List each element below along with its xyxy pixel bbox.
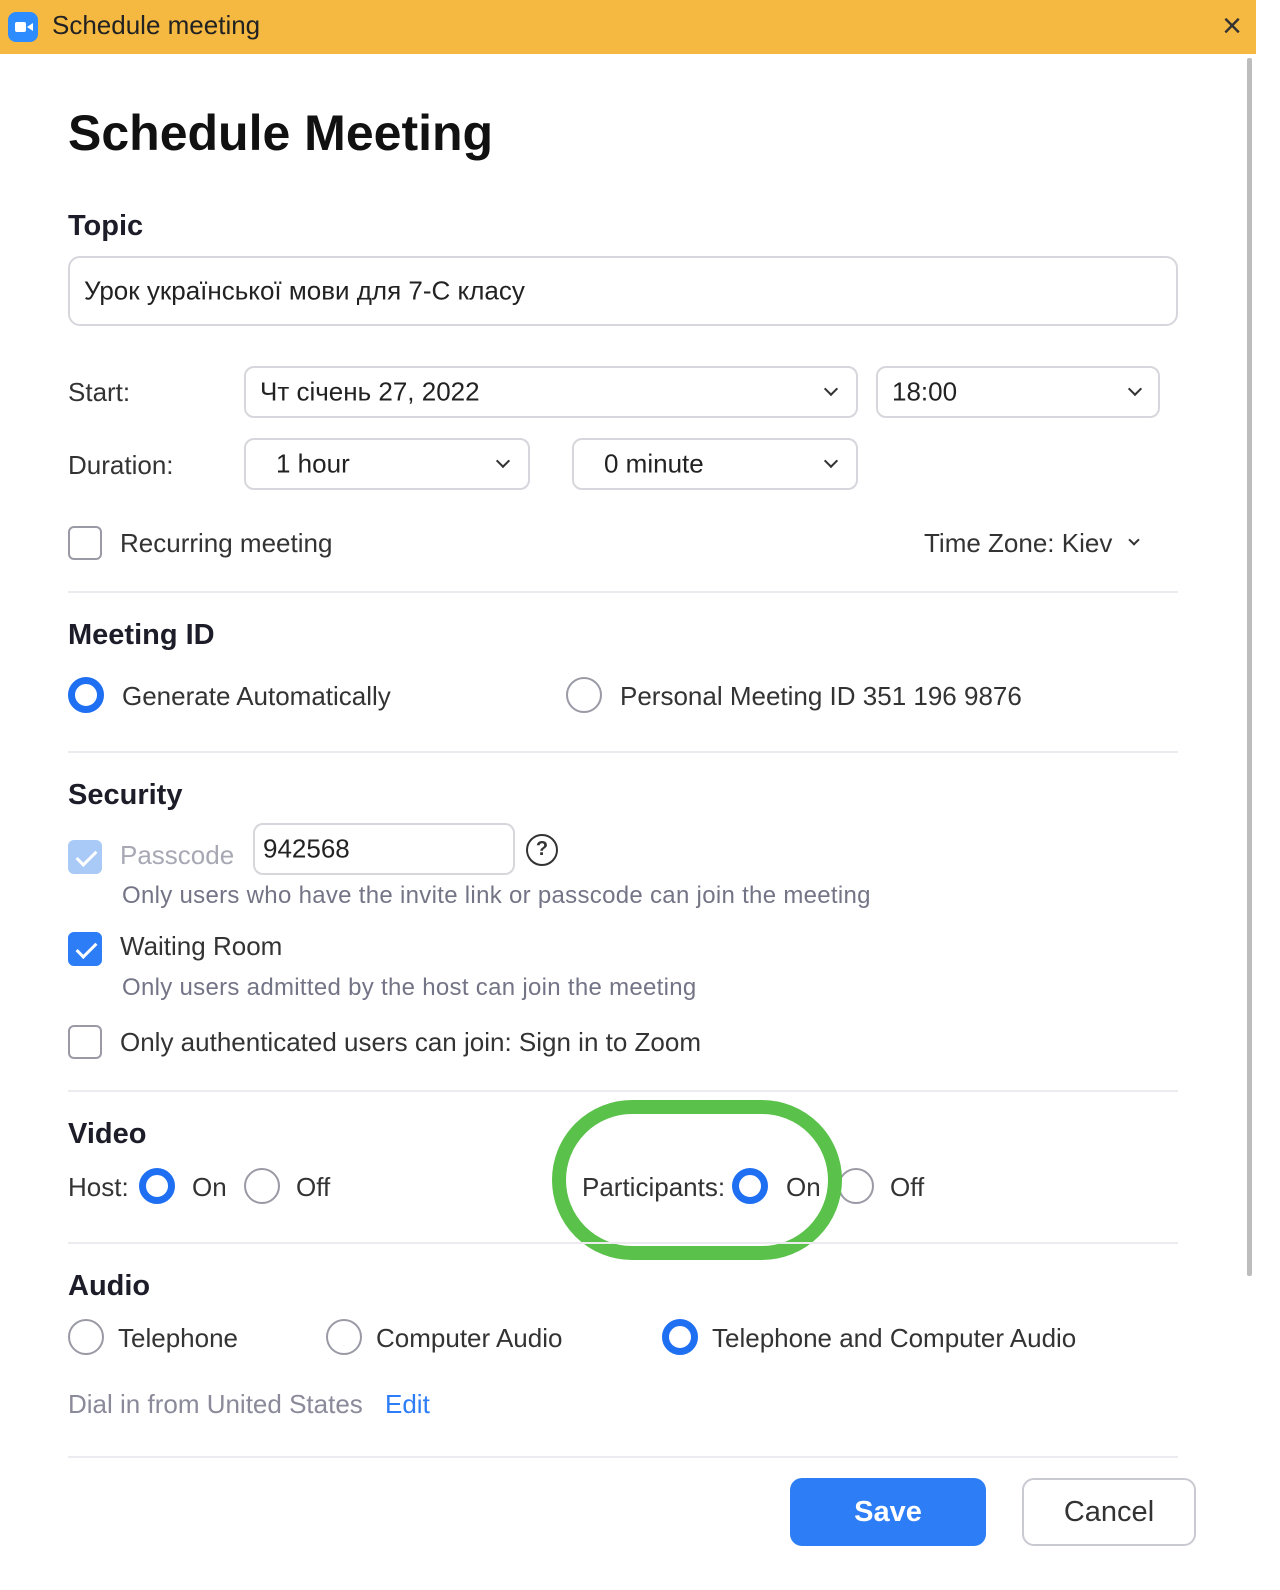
participants-video-off-radio[interactable] [838,1168,874,1204]
passcode-input[interactable]: 942568 [253,823,515,875]
chevron-down-icon [495,453,511,469]
window-title: Schedule meeting [52,10,261,40]
timezone-select[interactable]: Time Zone: Kiev [924,528,1112,559]
chevron-down-icon [1128,534,1140,546]
passcode-checkbox [68,840,102,874]
start-time-select[interactable]: 18:00 [876,366,1160,418]
telephone-and-computer-audio-radio[interactable] [662,1319,698,1355]
meeting-id-heading: Meeting ID [68,619,215,651]
telephone-and-computer-audio-label: Telephone and Computer Audio [712,1323,1077,1353]
chevron-down-icon [823,453,839,469]
duration-minutes-value: 0 minute [604,448,704,479]
authenticated-users-label: Only authenticated users can join: Sign … [120,1027,701,1057]
divider [68,1456,1178,1458]
waiting-room-hint: Only users admitted by the host can join… [122,974,697,1001]
divider [68,591,1178,593]
host-video-off-radio[interactable] [244,1168,280,1204]
host-video-on-label: On [192,1172,227,1202]
close-button[interactable]: × [1212,6,1252,46]
cancel-button[interactable]: Cancel [1022,1478,1196,1546]
generate-automatically-label: Generate Automatically [122,681,391,711]
host-video-off-label: Off [296,1172,331,1202]
authenticated-users-checkbox[interactable] [68,1025,102,1059]
passcode-label: Passcode [120,840,235,870]
waiting-room-checkbox[interactable] [68,932,102,966]
edit-link[interactable]: Edit [385,1389,430,1420]
topic-input[interactable]: Урок української мови для 7-С класу [68,256,1178,326]
start-time-value: 18:00 [892,376,958,407]
topic-input-value: Урок української мови для 7-С класу [84,275,525,306]
audio-heading: Audio [68,1270,151,1302]
duration-hours-select[interactable]: 1 hour [244,438,530,490]
start-label: Start: [68,377,131,407]
recurring-label: Recurring meeting [120,528,333,558]
save-button[interactable]: Save [790,1478,986,1546]
start-date-value: Чт січень 27, 2022 [260,376,480,407]
passcode-value: 942568 [263,833,350,864]
topic-heading: Topic [68,210,144,242]
dial-in-text: Dial in from United States [68,1389,363,1419]
generate-automatically-radio[interactable] [68,677,104,713]
chevron-down-icon [823,381,839,397]
personal-meeting-id-radio[interactable] [566,677,602,713]
duration-label: Duration: [68,450,174,480]
start-date-select[interactable]: Чт січень 27, 2022 [244,366,858,418]
host-video-on-radio[interactable] [139,1168,175,1204]
computer-audio-radio[interactable] [326,1319,362,1355]
vertical-scrollbar[interactable] [1247,58,1252,1276]
personal-meeting-id-label: Personal Meeting ID 351 196 9876 [620,681,1022,711]
chevron-down-icon [1127,381,1143,397]
security-heading: Security [68,779,183,811]
help-icon[interactable]: ? [526,834,558,866]
divider [68,751,1178,753]
computer-audio-label: Computer Audio [376,1323,563,1353]
divider [68,1090,1178,1092]
telephone-label: Telephone [118,1323,238,1353]
waiting-room-label: Waiting Room [120,931,283,961]
host-label: Host: [68,1172,129,1202]
telephone-radio[interactable] [68,1319,104,1355]
video-heading: Video [68,1118,147,1150]
duration-minutes-select[interactable]: 0 minute [572,438,858,490]
window-titlebar: Schedule meeting × [0,0,1256,54]
passcode-hint: Only users who have the invite link or p… [122,882,871,909]
recurring-checkbox[interactable] [68,526,102,560]
duration-hours-value: 1 hour [276,448,350,479]
zoom-app-icon [8,12,38,42]
page-title: Schedule Meeting [68,105,494,161]
participants-video-off-label: Off [890,1172,925,1202]
divider [68,1242,1178,1244]
highlight-annotation [552,1100,842,1260]
